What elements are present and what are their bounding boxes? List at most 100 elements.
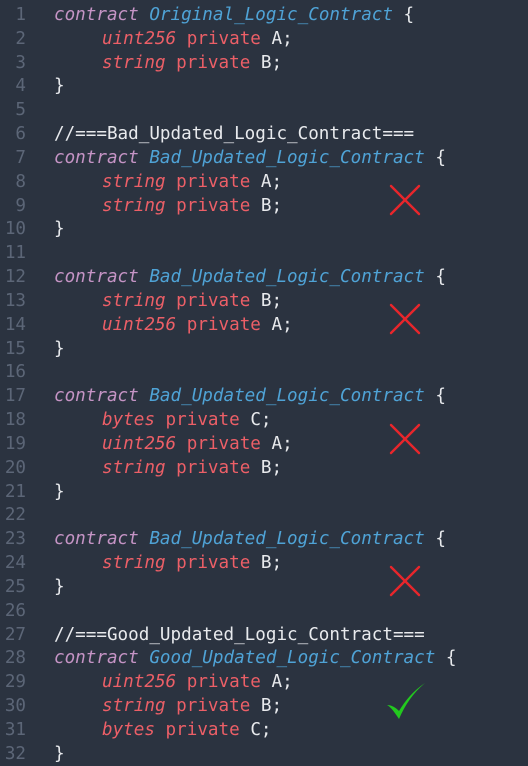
field-name: A; <box>271 28 293 49</box>
code-line[interactable]: 26 <box>0 600 528 624</box>
field-name: C; <box>250 410 272 431</box>
code-line[interactable]: 3 string private B; <box>0 52 528 76</box>
code-line[interactable]: 17 contract Bad_Updated_Logic_Contract { <box>0 385 528 409</box>
line-number: 5 <box>15 100 26 121</box>
visibility-modifier: private <box>165 696 261 717</box>
check-icon <box>387 682 425 719</box>
field-name: C; <box>250 719 272 740</box>
contract-keyword: contract <box>54 648 139 669</box>
cross-icon <box>389 185 421 216</box>
line-code: bytes private C; <box>26 409 272 433</box>
line-code: } <box>26 743 65 766</box>
line-code: contract Good_Updated_Logic_Contract { <box>26 647 457 671</box>
code-line[interactable]: 18 bytes private C; <box>0 409 528 433</box>
code-line[interactable]: 11 <box>0 242 528 266</box>
field-name: B; <box>260 553 283 574</box>
code-line[interactable]: 16 <box>0 361 528 385</box>
cross-icon <box>389 304 421 335</box>
line-number: 24 <box>4 553 26 574</box>
line-code: string private B; <box>26 552 282 576</box>
line-code: string private B; <box>26 457 282 481</box>
code-line[interactable]: 1 contract Original_Logic_Contract { <box>0 4 528 28</box>
visibility-modifier: private <box>165 171 261 192</box>
contract-keyword: contract <box>54 386 139 407</box>
code-line[interactable]: 7 contract Bad_Updated_Logic_Contract { <box>0 147 528 171</box>
visibility-modifier: private <box>165 290 261 311</box>
code-line[interactable]: 8 string private A; <box>0 171 528 195</box>
visibility-modifier: private <box>176 314 272 335</box>
code-editor[interactable]: 1 contract Original_Logic_Contract {2 uint… <box>0 0 528 766</box>
code-lines: 1 contract Original_Logic_Contract {2 uint… <box>0 4 528 766</box>
line-number: 1 <box>15 5 26 25</box>
code-line[interactable]: 22 <box>0 504 528 528</box>
line-code: contract Original_Logic_Contract { <box>26 4 414 28</box>
line-code: } <box>26 481 65 505</box>
close-brace: } <box>54 743 65 764</box>
code-line[interactable]: 31 bytes private C; <box>0 719 528 743</box>
code-line[interactable]: 12 contract Bad_Updated_Logic_Contract { <box>0 266 528 290</box>
code-line[interactable]: 29 uint256 private A; <box>0 671 528 695</box>
line-number: 26 <box>4 600 26 621</box>
code-line[interactable]: 30 string private B; <box>0 695 528 719</box>
code-line[interactable]: 6 //===Bad_Updated_Logic_Contract=== <box>0 123 528 147</box>
code-line[interactable]: 23 contract Bad_Updated_Logic_Contract { <box>0 528 528 552</box>
line-number: 19 <box>4 433 26 454</box>
code-line[interactable]: 5 <box>0 99 528 123</box>
field-type: uint256 <box>102 672 177 693</box>
visibility-modifier: private <box>176 672 272 693</box>
line-code: string private B; <box>26 290 282 314</box>
line-number: 25 <box>4 576 26 597</box>
contract-name: Bad_Updated_Logic_Contract <box>149 386 425 407</box>
open-brace: { <box>424 529 446 550</box>
contract-keyword: contract <box>54 267 139 288</box>
line-number: 29 <box>4 672 26 693</box>
code-line[interactable]: 19 uint256 private A; <box>0 433 528 457</box>
code-line[interactable]: 9 string private B; <box>0 195 528 219</box>
code-line[interactable]: 14 uint256 private A; <box>0 314 528 338</box>
line-number: 32 <box>4 743 26 764</box>
code-line[interactable]: 21} <box>0 481 528 505</box>
line-code: contract Bad_Updated_Logic_Contract { <box>26 266 446 290</box>
open-brace: { <box>392 5 415 25</box>
code-line[interactable]: 13 string private B; <box>0 290 528 314</box>
visibility-modifier: private <box>165 553 261 574</box>
cross-icon <box>389 566 421 597</box>
line-number: 28 <box>4 648 26 669</box>
field-type: string <box>102 696 166 717</box>
field-type: uint256 <box>102 433 177 454</box>
code-line[interactable]: 20 string private B; <box>0 457 528 481</box>
line-code: } <box>26 218 65 242</box>
field-type: bytes <box>102 410 155 431</box>
line-number: 18 <box>4 410 26 431</box>
code-line[interactable]: 15} <box>0 338 528 362</box>
visibility-modifier: private <box>176 433 272 454</box>
line-code: bytes private C; <box>26 719 272 743</box>
field-type: string <box>102 290 166 311</box>
code-line[interactable]: 32} <box>0 743 528 766</box>
contract-name: Bad_Updated_Logic_Contract <box>149 529 425 550</box>
field-type: string <box>102 52 166 73</box>
code-line[interactable]: 28 contract Good_Updated_Logic_Contract { <box>0 647 528 671</box>
field-name: B; <box>260 457 283 478</box>
field-name: B; <box>260 696 283 717</box>
code-line[interactable]: 27 //===Good_Updated_Logic_Contract=== <box>0 624 528 648</box>
field-type: string <box>102 171 166 192</box>
visibility-modifier: private <box>176 28 272 49</box>
code-line[interactable]: 25} <box>0 576 528 600</box>
code-line[interactable]: 4} <box>0 75 528 99</box>
field-type: string <box>102 457 166 478</box>
line-number: 14 <box>4 314 26 335</box>
field-type: bytes <box>102 719 155 740</box>
line-code: uint256 private A; <box>26 433 293 457</box>
section-comment: //===Bad_Updated_Logic_Contract=== <box>54 124 415 145</box>
visibility-modifier: private <box>165 52 261 73</box>
line-code: } <box>26 338 65 362</box>
field-name: B; <box>260 290 283 311</box>
line-number: 12 <box>4 267 26 288</box>
line-code: string private B; <box>26 695 282 719</box>
code-line[interactable]: 2 uint256 private A; <box>0 28 528 52</box>
code-line[interactable]: 10} <box>0 218 528 242</box>
code-line[interactable]: 24 string private B; <box>0 552 528 576</box>
